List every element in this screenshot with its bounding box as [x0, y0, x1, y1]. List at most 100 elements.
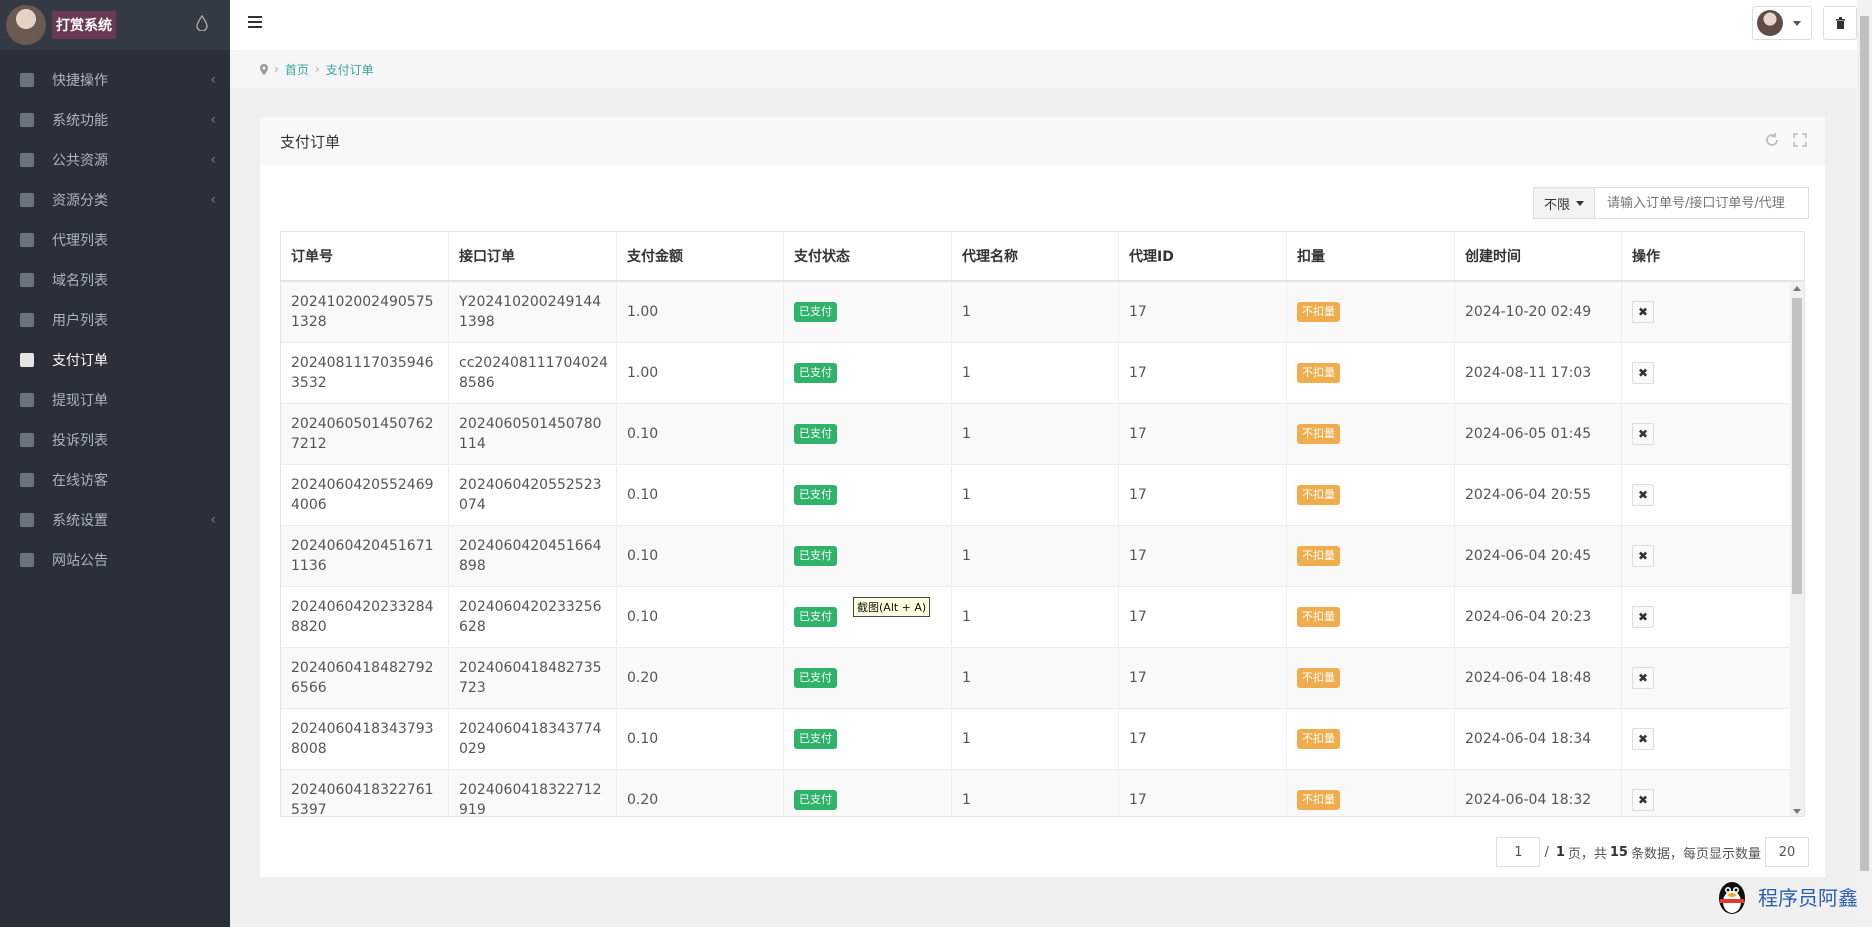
scrollbar-thumb[interactable] — [1792, 298, 1802, 594]
deduct-cell: 不扣量 — [1287, 770, 1455, 816]
created-time: 2024-06-04 20:23 — [1455, 587, 1622, 647]
chevron-left-icon: ‹ — [210, 192, 216, 208]
delete-button[interactable]: ✖ — [1632, 667, 1654, 689]
chevron-down-icon — [1576, 200, 1584, 206]
sidebar-item-label: 域名列表 — [52, 273, 108, 289]
column-header[interactable]: 订单号 — [281, 232, 449, 280]
breadcrumb-current-link[interactable]: 支付订单 — [326, 61, 374, 78]
agent-name: 1 — [952, 404, 1119, 464]
page-scrollbar[interactable] — [1857, 0, 1872, 927]
user-menu-button[interactable] — [1752, 6, 1812, 40]
agent-name: 1 — [952, 282, 1119, 342]
delete-button[interactable]: ✖ — [1632, 789, 1654, 811]
created-time: 2024-06-04 20:45 — [1455, 526, 1622, 586]
sidebar-item-10[interactable]: 在线访客 — [0, 460, 230, 500]
agent-id: 17 — [1119, 587, 1287, 647]
sidebar-item-5[interactable]: 域名列表 — [0, 260, 230, 300]
watermark-text: 程序员阿鑫 — [1758, 885, 1858, 910]
action-cell: ✖ — [1622, 404, 1790, 464]
status-badge: 已支付 — [794, 485, 837, 505]
amount: 0.20 — [617, 648, 784, 708]
order-number: 20240604202332848820 — [281, 587, 449, 647]
amount: 0.10 — [617, 404, 784, 464]
sidebar-item-label: 资源分类 — [52, 193, 108, 209]
table-row: 20240605014507627212 2024060501450780114 0… — [281, 404, 1804, 465]
deduct-cell: 不扣量 — [1287, 709, 1455, 769]
bullhorn-icon — [20, 553, 34, 567]
delete-button[interactable]: ✖ — [1632, 728, 1654, 750]
deduct-badge: 不扣量 — [1297, 363, 1340, 383]
bank-icon — [20, 393, 34, 407]
sidebar-item-8[interactable]: 提现订单 — [0, 380, 230, 420]
agent-name: 1 — [952, 709, 1119, 769]
orders-panel: 支付订单 不限 订单号接口订单支付金额支付状态代理名称代理ID扣量创建时间操作 … — [260, 117, 1825, 877]
delete-button[interactable]: ✖ — [1632, 545, 1654, 567]
status-badge: 已支付 — [794, 668, 837, 688]
delete-button[interactable]: ✖ — [1632, 362, 1654, 384]
sidebar-item-4[interactable]: 代理列表 — [0, 220, 230, 260]
sidebar-item-11[interactable]: 系统设置 ‹ — [0, 500, 230, 540]
sidebar-item-7[interactable]: 支付订单 — [0, 340, 230, 380]
deduct-badge: 不扣量 — [1297, 302, 1340, 322]
sidebar-item-0[interactable]: 快捷操作 ‹ — [0, 60, 230, 100]
table-scrollbar[interactable] — [1790, 282, 1804, 816]
scroll-up-icon[interactable] — [1793, 286, 1801, 291]
video-icon — [20, 153, 34, 167]
delete-button[interactable]: ✖ — [1632, 484, 1654, 506]
deduct-cell: 不扣量 — [1287, 282, 1455, 342]
delete-button[interactable]: ✖ — [1632, 606, 1654, 628]
sidebar-item-label: 在线访客 — [52, 473, 108, 489]
order-number: 20240604183227615397 — [281, 770, 449, 816]
sidebar-item-label: 网站公告 — [52, 553, 108, 569]
total-pages: 1 — [1555, 844, 1565, 860]
user-icon — [20, 313, 34, 327]
sidebar-item-9[interactable]: 投诉列表 — [0, 420, 230, 460]
sidebar-item-6[interactable]: 用户列表 — [0, 300, 230, 340]
total-records: 15 — [1609, 844, 1628, 860]
interface-order: 2024060418343774029 — [449, 709, 617, 769]
sidebar-item-1[interactable]: 系统功能 ‹ — [0, 100, 230, 140]
sidebar-item-2[interactable]: 公共资源 ‹ — [0, 140, 230, 180]
status-cell: 已支付 — [784, 648, 952, 708]
created-time: 2024-06-04 18:48 — [1455, 648, 1622, 708]
amount: 1.00 — [617, 343, 784, 403]
sidebar-item-12[interactable]: 网站公告 — [0, 540, 230, 580]
avatar — [1757, 10, 1783, 36]
column-header[interactable]: 支付状态 — [784, 232, 952, 280]
folder-icon — [20, 73, 34, 87]
brand-avatar — [6, 5, 46, 45]
scroll-down-icon[interactable] — [1793, 809, 1801, 814]
page-number-input[interactable] — [1496, 837, 1541, 867]
table-row: 20240604204516711136 2024060420451664898 0… — [281, 526, 1804, 587]
delete-button[interactable]: ✖ — [1632, 301, 1654, 323]
page-size-input[interactable] — [1765, 837, 1809, 867]
theme-drop-icon[interactable] — [196, 15, 208, 31]
deduct-cell: 不扣量 — [1287, 587, 1455, 647]
column-header[interactable]: 代理ID — [1119, 232, 1287, 280]
column-header[interactable]: 代理名称 — [952, 232, 1119, 280]
refresh-icon[interactable] — [1765, 133, 1779, 147]
column-header[interactable]: 支付金额 — [617, 232, 784, 280]
chevron-left-icon: ‹ — [210, 72, 216, 88]
database-icon — [20, 353, 34, 367]
page-scrollbar-thumb[interactable] — [1860, 16, 1869, 871]
delete-button[interactable]: ✖ — [1632, 423, 1654, 445]
fullscreen-icon[interactable] — [1793, 133, 1807, 147]
breadcrumb: › 首页 › 支付订单 — [230, 50, 1857, 88]
column-header[interactable]: 创建时间 — [1455, 232, 1622, 280]
column-header[interactable]: 操作 — [1622, 232, 1790, 280]
created-time: 2024-06-04 18:34 — [1455, 709, 1622, 769]
search-input[interactable] — [1595, 187, 1809, 219]
deduct-badge: 不扣量 — [1297, 607, 1340, 627]
column-header[interactable]: 接口订单 — [449, 232, 617, 280]
filter-dropdown[interactable]: 不限 — [1532, 187, 1595, 219]
sidebar-item-3[interactable]: 资源分类 ‹ — [0, 180, 230, 220]
breadcrumb-separator: › — [274, 62, 279, 76]
action-cell: ✖ — [1622, 465, 1790, 525]
status-cell: 已支付 — [784, 465, 952, 525]
clear-cache-button[interactable] — [1823, 6, 1857, 40]
breadcrumb-home-link[interactable]: 首页 — [285, 61, 309, 78]
column-header[interactable]: 扣量 — [1287, 232, 1455, 280]
agent-id: 17 — [1119, 343, 1287, 403]
menu-toggle-icon[interactable] — [248, 16, 262, 28]
